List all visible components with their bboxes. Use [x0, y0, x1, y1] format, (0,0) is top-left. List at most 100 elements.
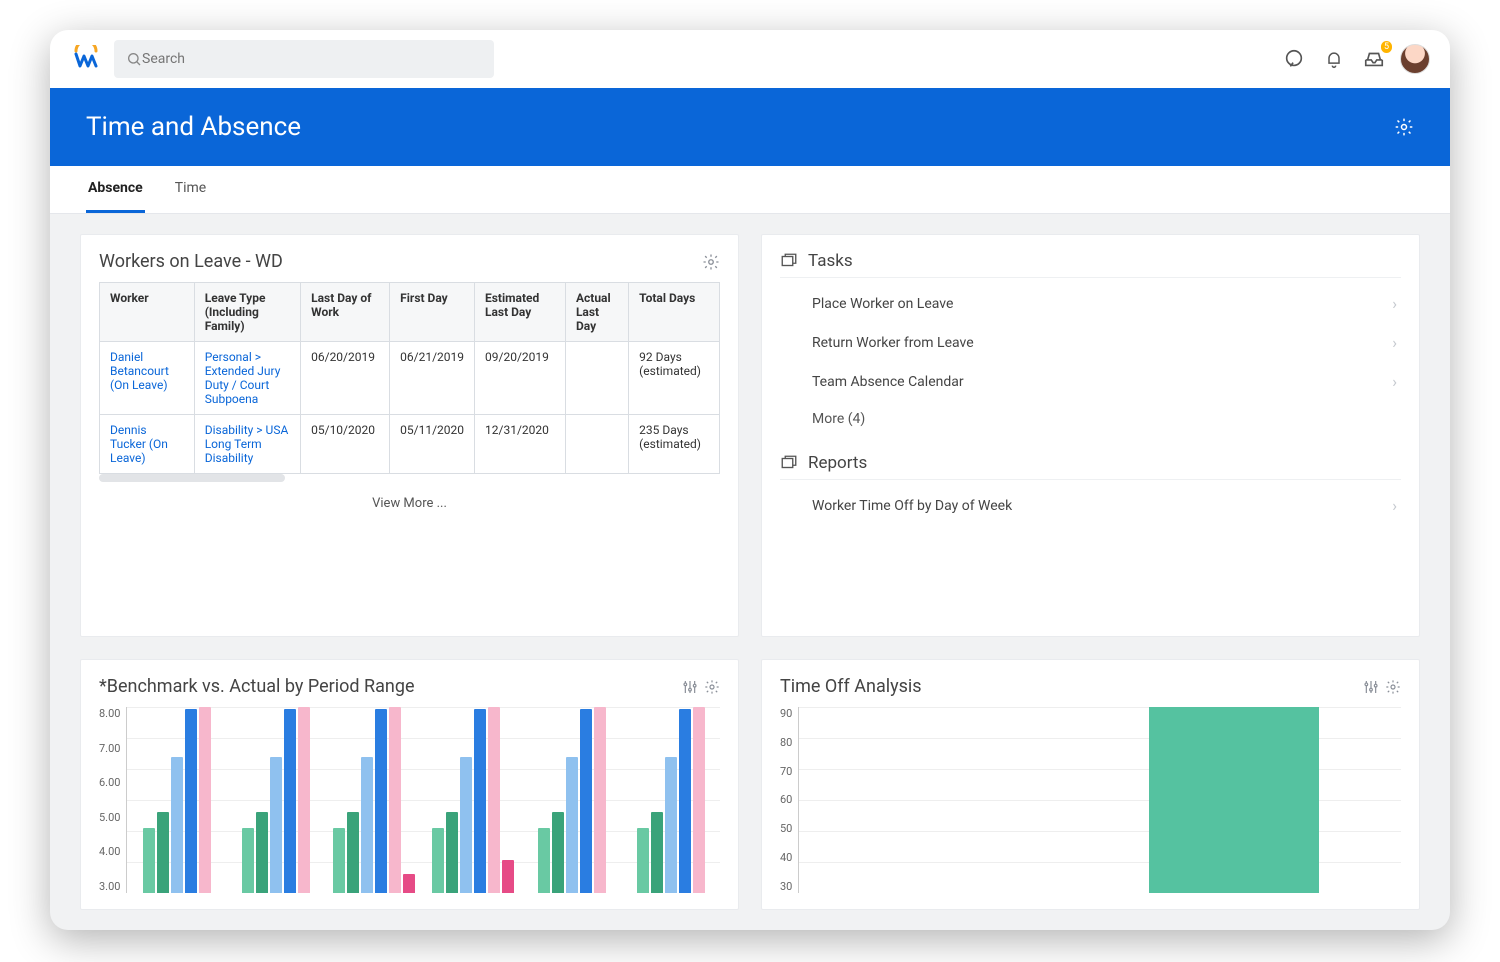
- tasks-reports-card: Tasks Place Worker on Leave›Return Worke…: [761, 234, 1420, 637]
- bar[interactable]: [1149, 707, 1319, 893]
- chat-icon[interactable]: [1280, 45, 1308, 73]
- col-actual-last: Actual Last Day: [565, 283, 628, 342]
- bar[interactable]: [502, 860, 514, 893]
- bar[interactable]: [651, 812, 663, 893]
- sliders-icon[interactable]: [1363, 679, 1379, 695]
- timeoff-chart: 90807060504030: [780, 707, 1401, 893]
- bar[interactable]: [171, 757, 183, 893]
- search-input[interactable]: [142, 51, 482, 67]
- leave-type-link[interactable]: Disability > USA Long Term Disability: [205, 423, 289, 465]
- tab-bar: Absence Time: [50, 166, 1450, 214]
- list-item[interactable]: Worker Time Off by Day of Week›: [808, 486, 1401, 525]
- leave-type-link[interactable]: Personal > Extended Jury Duty / Court Su…: [205, 350, 281, 406]
- benchmark-chart-card: *Benchmark vs. Actual by Period Range 8.…: [80, 659, 739, 910]
- card-title: *Benchmark vs. Actual by Period Range: [99, 676, 415, 697]
- bar[interactable]: [552, 812, 564, 893]
- list-item[interactable]: Place Worker on Leave›: [808, 284, 1401, 323]
- bell-icon[interactable]: [1320, 45, 1348, 73]
- col-first-day: First Day: [390, 283, 475, 342]
- benchmark-chart: 8.007.006.005.004.003.00: [99, 707, 720, 893]
- user-avatar[interactable]: [1400, 44, 1430, 74]
- bar[interactable]: [256, 812, 268, 893]
- window-icon: [780, 252, 798, 270]
- bar[interactable]: [594, 707, 606, 893]
- bar[interactable]: [637, 828, 649, 893]
- sliders-icon[interactable]: [682, 679, 698, 695]
- chevron-right-icon: ›: [1392, 496, 1397, 515]
- window-icon: [780, 454, 798, 472]
- page-header: Time and Absence: [50, 88, 1450, 166]
- bar[interactable]: [185, 709, 197, 893]
- bar[interactable]: [347, 812, 359, 893]
- bar[interactable]: [361, 757, 373, 893]
- bar[interactable]: [242, 828, 254, 893]
- page-title: Time and Absence: [86, 112, 301, 142]
- chevron-right-icon: ›: [1392, 333, 1397, 352]
- bar[interactable]: [446, 812, 458, 893]
- bar[interactable]: [199, 707, 211, 893]
- bar-group: [331, 707, 418, 893]
- bar[interactable]: [665, 757, 677, 893]
- bar-group: [232, 707, 319, 893]
- bar[interactable]: [474, 709, 486, 893]
- table-row: Dennis Tucker (On Leave) Disability > USA…: [100, 415, 720, 474]
- bar-group: [627, 707, 714, 893]
- gear-icon[interactable]: [1385, 679, 1401, 695]
- bar[interactable]: [488, 707, 500, 893]
- worker-link[interactable]: Dennis Tucker (On Leave): [110, 423, 168, 465]
- col-last-work: Last Day of Work: [301, 283, 390, 342]
- bar[interactable]: [389, 707, 401, 893]
- workers-table: Worker Leave Type (Including Family) Las…: [99, 282, 720, 474]
- bar[interactable]: [270, 757, 282, 893]
- card-title: Time Off Analysis: [780, 676, 922, 697]
- chevron-right-icon: ›: [1392, 372, 1397, 391]
- search-box[interactable]: [114, 40, 494, 78]
- bar[interactable]: [432, 828, 444, 893]
- chevron-right-icon: ›: [1392, 294, 1397, 313]
- bar[interactable]: [298, 707, 310, 893]
- bar[interactable]: [693, 707, 705, 893]
- inbox-badge: 5: [1381, 41, 1392, 53]
- gear-icon[interactable]: [702, 253, 720, 271]
- tab-absence[interactable]: Absence: [86, 166, 145, 213]
- bar[interactable]: [403, 874, 415, 893]
- bar[interactable]: [333, 828, 345, 893]
- gear-icon[interactable]: [704, 679, 720, 695]
- card-title: Workers on Leave - WD: [99, 251, 283, 272]
- bar[interactable]: [538, 828, 550, 893]
- tab-time[interactable]: Time: [173, 166, 208, 213]
- search-icon: [126, 51, 142, 67]
- bar[interactable]: [143, 828, 155, 893]
- tasks-more[interactable]: More (4): [808, 401, 1401, 441]
- col-est-last: Estimated Last Day: [475, 283, 566, 342]
- reports-header: Reports: [780, 447, 1401, 480]
- bar-group: [1115, 707, 1353, 893]
- bar-group: [848, 707, 1086, 893]
- bar[interactable]: [284, 709, 296, 893]
- list-item[interactable]: Return Worker from Leave›: [808, 323, 1401, 362]
- col-leave-type: Leave Type (Including Family): [194, 283, 300, 342]
- workers-on-leave-card: Workers on Leave - WD Worker Leave Type …: [80, 234, 739, 637]
- horizontal-scrollbar[interactable]: [99, 474, 285, 482]
- bar-group: [430, 707, 517, 893]
- top-bar: 5: [50, 30, 1450, 88]
- tasks-header: Tasks: [780, 245, 1401, 278]
- bar[interactable]: [375, 709, 387, 893]
- bar[interactable]: [157, 812, 169, 893]
- list-item[interactable]: Team Absence Calendar›: [808, 362, 1401, 401]
- bar[interactable]: [679, 709, 691, 893]
- bar[interactable]: [460, 757, 472, 893]
- gear-icon[interactable]: [1394, 117, 1414, 137]
- bar[interactable]: [566, 757, 578, 893]
- worker-link[interactable]: Daniel Betancourt (On Leave): [110, 350, 169, 392]
- timeoff-chart-card: Time Off Analysis 90807060504030: [761, 659, 1420, 910]
- inbox-icon[interactable]: 5: [1360, 45, 1388, 73]
- bar[interactable]: [580, 709, 592, 893]
- workday-logo[interactable]: [70, 43, 102, 75]
- table-row: Daniel Betancourt (On Leave) Personal > E…: [100, 342, 720, 415]
- bar-group: [133, 707, 220, 893]
- col-total: Total Days: [629, 283, 720, 342]
- col-worker: Worker: [100, 283, 195, 342]
- view-more-link[interactable]: View More ...: [99, 482, 720, 513]
- bar-group: [528, 707, 615, 893]
